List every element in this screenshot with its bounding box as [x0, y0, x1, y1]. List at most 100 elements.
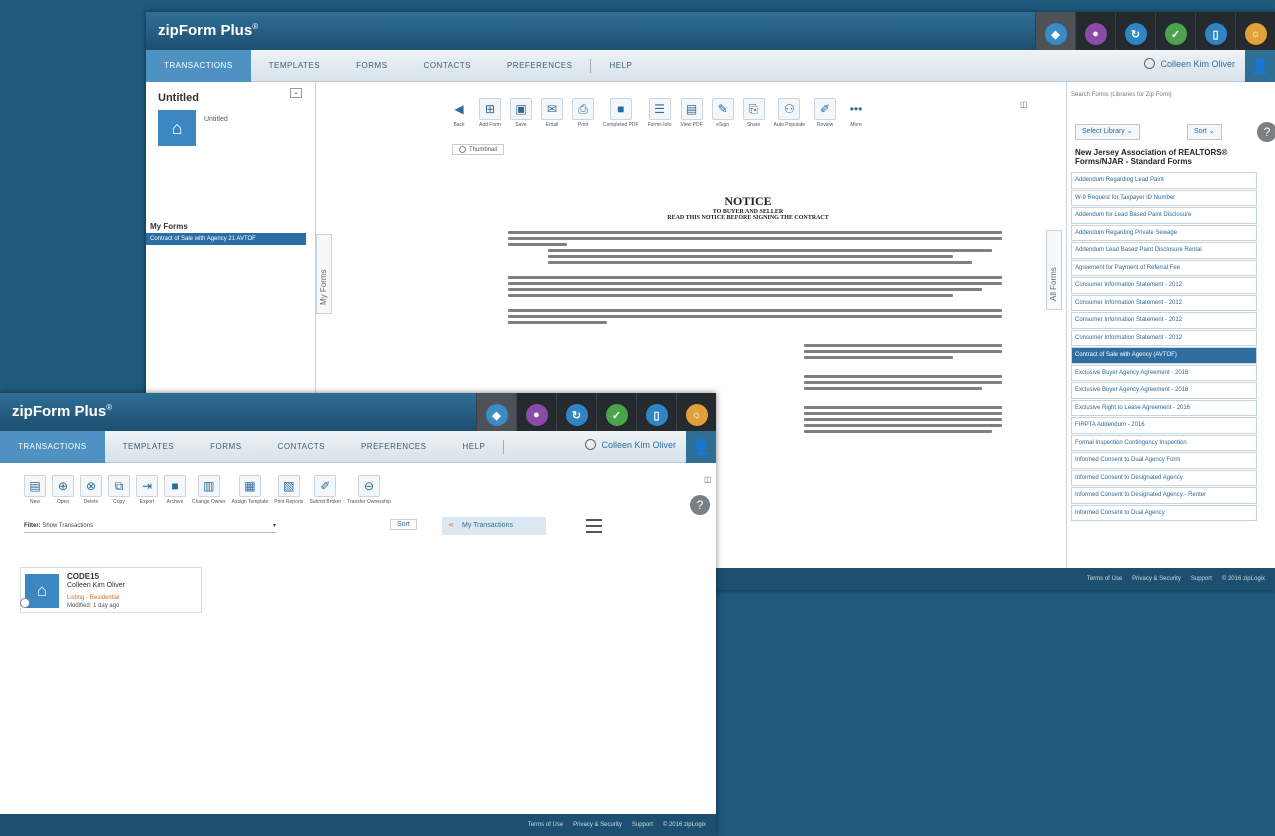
list-item[interactable]: Addendum Regarding Lead Paint: [1071, 172, 1257, 189]
filter-dropdown[interactable]: Filter: Show Transactions ▾: [24, 519, 276, 533]
hamburger-menu-icon[interactable]: [586, 519, 602, 533]
archive-button[interactable]: ■ Archive: [164, 475, 186, 505]
select-library-dropdown[interactable]: Select Library ⌄: [1075, 124, 1140, 140]
submit-broker-button[interactable]: ✐ Submit Broker: [309, 475, 341, 505]
collapse-toolbar-icon[interactable]: ◫: [704, 475, 712, 484]
list-item[interactable]: Addendum for Lead Based Paint Disclosure: [1071, 207, 1257, 224]
user-menu[interactable]: Colleen Kim Oliver: [1144, 58, 1235, 69]
copy-icon: ⧉: [108, 475, 130, 497]
sort-button[interactable]: Sort: [390, 519, 417, 530]
review-button[interactable]: ✐ Review: [814, 98, 837, 128]
export-icon: ⇥: [136, 475, 158, 497]
tab-templates[interactable]: TEMPLATES: [105, 431, 192, 463]
completed-pdf-button[interactable]: ■ Completed PDF: [603, 98, 639, 128]
footer-privacy-link[interactable]: Privacy & Security: [573, 822, 622, 828]
list-item[interactable]: W-9 Request for Taxpayer ID Number: [1071, 189, 1257, 206]
owner-icon: ▥: [197, 475, 220, 497]
sort-dropdown[interactable]: Sort ⌄: [1187, 124, 1222, 140]
all-forms-vertical-tab[interactable]: All Forms: [1046, 230, 1062, 310]
house-icon: ⌂: [25, 574, 59, 608]
list-item[interactable]: FIRPTA Addendum - 2016: [1071, 417, 1257, 434]
report-icon: ▧: [277, 475, 300, 497]
tab-transactions[interactable]: TRANSACTIONS: [0, 430, 105, 463]
tab-forms[interactable]: FORMS: [192, 431, 259, 463]
print-reports-button[interactable]: ▧ Print Reports: [274, 475, 303, 505]
transfer-ownership-button[interactable]: ⊖ Transfer Ownership: [347, 475, 391, 505]
tab-help[interactable]: HELP: [444, 431, 503, 463]
list-item[interactable]: Consumer Information Statement - 2012: [1071, 277, 1257, 294]
list-item[interactable]: Consumer Information Statement - 2012: [1071, 294, 1257, 311]
auto-populate-button[interactable]: ⚇ Auto Populate: [774, 98, 805, 128]
list-item[interactable]: Informed Consent to Designated Agency - …: [1071, 487, 1257, 504]
list-item[interactable]: Exclusive Buyer Agency Agreement - 2016: [1071, 364, 1257, 381]
esign-button[interactable]: ✎ eSign: [711, 98, 734, 128]
add-icon: ⊞: [479, 98, 501, 120]
list-item[interactable]: Formal Inspection Contingency Inspection: [1071, 434, 1257, 451]
list-item[interactable]: Addendum Lead Based Paint Disclosure Ren…: [1071, 242, 1257, 259]
back-button[interactable]: ◀ Back: [448, 98, 470, 128]
list-item[interactable]: Consumer Information Statement - 2012: [1071, 312, 1257, 329]
nav-separator: [503, 439, 505, 454]
transaction-card[interactable]: ⌂ CODE15 Colleen Kim Oliver Listing - Re…: [20, 567, 202, 613]
footer-terms-link[interactable]: Terms of Use: [528, 822, 563, 828]
help-icon[interactable]: ?: [690, 495, 710, 515]
forms-info-button[interactable]: ☰ Forms Info: [648, 98, 671, 128]
collapse-toolbar-icon[interactable]: ◫: [1020, 100, 1028, 109]
new-doc-icon: ▤: [24, 475, 46, 497]
tab-help[interactable]: HELP: [591, 50, 650, 82]
archive-icon: ■: [164, 475, 186, 497]
tab-contacts[interactable]: CONTACTS: [260, 431, 343, 463]
list-item[interactable]: Exclusive Right to Lease Agreement - 201…: [1071, 399, 1257, 416]
list-item[interactable]: Informed Consent to Dual Agency: [1071, 504, 1257, 521]
change-owner-button[interactable]: ▥ Change Owner: [192, 475, 226, 505]
export-button[interactable]: ⇥ Export: [136, 475, 158, 505]
footer-support-link[interactable]: Support: [632, 822, 653, 828]
avatar[interactable]: 👤: [686, 431, 716, 463]
delete-button[interactable]: ⊗ Delete: [80, 475, 102, 505]
footer-privacy-link[interactable]: Privacy & Security: [1132, 576, 1181, 582]
tab-templates[interactable]: TEMPLATES: [251, 50, 338, 82]
app-logo: zipForm Plus®: [158, 22, 259, 39]
view-pdf-button[interactable]: ▤ View PDF: [680, 98, 703, 128]
share-button[interactable]: ⎘ Share: [742, 98, 765, 128]
main-nav: TRANSACTIONS TEMPLATES FORMS CONTACTS PR…: [0, 430, 716, 463]
tab-preferences[interactable]: PREFERENCES: [489, 50, 591, 82]
help-icon[interactable]: ?: [1257, 122, 1275, 142]
user-menu[interactable]: Colleen Kim Oliver: [585, 439, 676, 450]
list-item[interactable]: Agreement for Payment of Referral Fee: [1071, 259, 1257, 276]
save-button[interactable]: ▣ Save: [510, 98, 532, 128]
pen-icon: ✎: [711, 98, 734, 120]
list-item[interactable]: Informed Consent to Dual Agency Form: [1071, 452, 1257, 469]
assign-template-button[interactable]: ▦ Assign Template: [232, 475, 268, 505]
list-item[interactable]: Exclusive Buyer Agency Agreement - 2016: [1071, 382, 1257, 399]
list-item[interactable]: Addendum Regarding Private Sewage: [1071, 224, 1257, 241]
my-transactions-button[interactable]: ⋖ My Transactions: [442, 517, 546, 535]
print-button[interactable]: ⎙ Print: [572, 98, 594, 128]
my-forms-item[interactable]: Contract of Sale with Agency 21 AVTOF: [146, 233, 306, 245]
open-button[interactable]: ⊕ Open: [52, 475, 74, 505]
tab-transactions[interactable]: TRANSACTIONS: [146, 49, 251, 82]
chevron-down-icon: ▾: [272, 523, 276, 529]
footer-terms-link[interactable]: Terms of Use: [1087, 576, 1122, 582]
card-select-radio[interactable]: [20, 598, 30, 608]
list-item[interactable]: Consumer Information Statement - 2012: [1071, 329, 1257, 346]
collapse-icon[interactable]: ⌄: [290, 88, 302, 98]
delete-icon: ⊗: [80, 475, 102, 497]
list-item-selected[interactable]: Contract of Sale with Agency (AVTOF): [1071, 347, 1257, 364]
my-forms-vertical-tab[interactable]: My Forms: [316, 234, 332, 314]
footer-copyright: © 2016 zipLogix: [1221, 576, 1265, 582]
tab-forms[interactable]: FORMS: [338, 50, 405, 82]
footer-support-link[interactable]: Support: [1191, 576, 1212, 582]
more-button[interactable]: ••• More: [845, 98, 867, 128]
avatar[interactable]: 👤: [1245, 50, 1275, 82]
copy-button[interactable]: ⧉ Copy: [108, 475, 130, 505]
list-item[interactable]: Informed Consent to Designated Agency: [1071, 469, 1257, 486]
tab-contacts[interactable]: CONTACTS: [406, 50, 489, 82]
add-form-button[interactable]: ⊞ Add Form: [479, 98, 501, 128]
footer: Terms of Use Privacy & Security Support …: [0, 814, 716, 836]
tab-preferences[interactable]: PREFERENCES: [343, 431, 445, 463]
forms-search-input[interactable]: Search Forms (Libraries for Zip Form): [1071, 92, 1172, 98]
new-button[interactable]: ▤ New: [24, 475, 46, 505]
share-icon: ⎘: [742, 98, 765, 120]
email-button[interactable]: ✉ Email: [541, 98, 563, 128]
